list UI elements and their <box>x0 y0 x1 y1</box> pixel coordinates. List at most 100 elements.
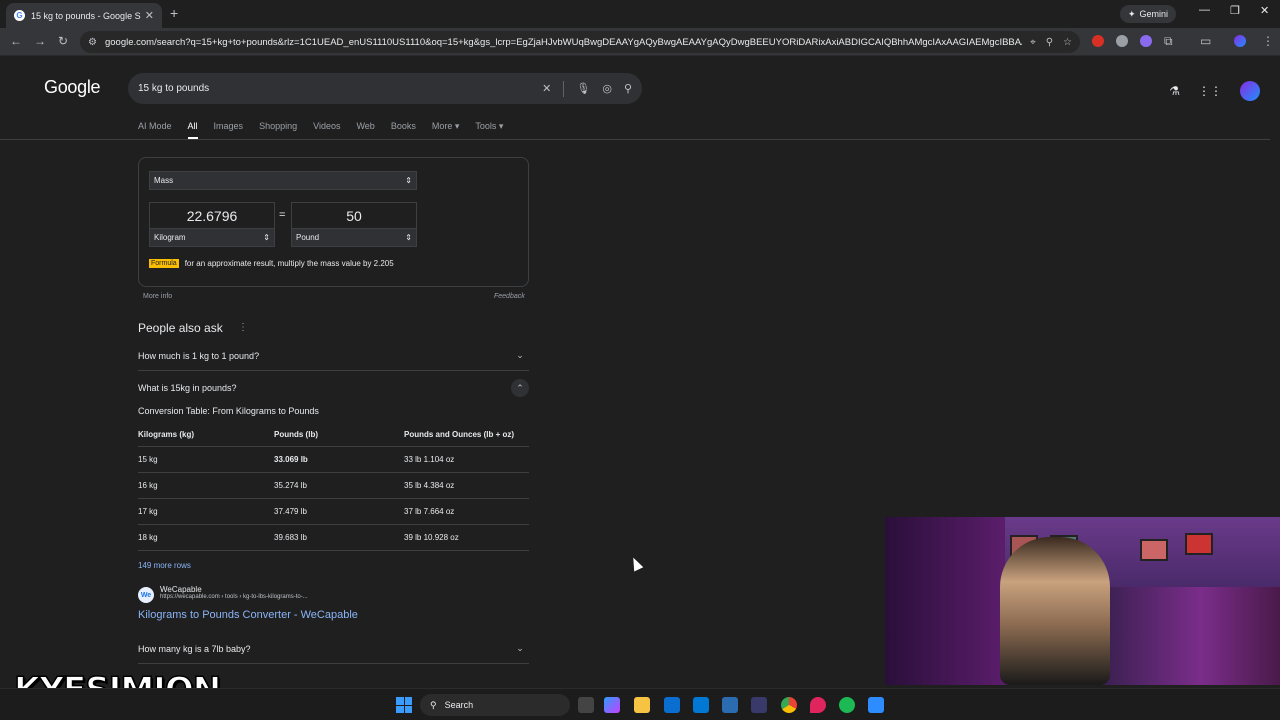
feedback-link[interactable]: Feedback <box>494 293 525 300</box>
copilot-icon[interactable] <box>604 697 620 713</box>
table-header: Pounds (lb) <box>274 426 404 447</box>
sidepanel-icon[interactable]: ▭ <box>1200 34 1211 48</box>
extension-gray-icon[interactable] <box>1116 35 1128 47</box>
mail-icon[interactable] <box>693 697 709 713</box>
chevron-down-icon[interactable]: ⌄ <box>511 347 529 365</box>
conversion-table: Kilograms (kg) Pounds (lb) Pounds and Ou… <box>138 426 529 551</box>
source-title-link[interactable]: Kilograms to Pounds Converter - WeCapabl… <box>138 609 358 621</box>
search-input[interactable] <box>138 83 543 94</box>
filter-tools[interactable]: Tools ▾ <box>475 121 503 139</box>
paa-question[interactable]: How many kg is a 7lb baby? ⌄ <box>138 634 529 664</box>
search-icon[interactable]: ⚲ <box>624 82 632 95</box>
table-row: 18 kg 39.683 lb 39 lb 10.928 oz <box>138 524 529 551</box>
select-arrows-icon: ⇕ <box>405 233 412 242</box>
location-icon[interactable]: ⌖ <box>1030 37 1036 48</box>
gemini-label: Gemini <box>1139 9 1169 19</box>
table-cell: 37.479 lb <box>274 498 404 525</box>
extension-red-icon[interactable] <box>1092 35 1104 47</box>
right-unit-select[interactable]: Pound ⇕ <box>291 228 417 247</box>
chrome-icon[interactable] <box>781 697 797 713</box>
restore-icon[interactable]: ❐ <box>1230 4 1240 17</box>
left-unit-select[interactable]: Kilogram ⇕ <box>149 228 275 247</box>
paa-question-expanded[interactable]: What is 15kg in pounds? ⌃ <box>138 373 529 403</box>
extension-purple-icon[interactable] <box>1140 35 1152 47</box>
more-rows-link[interactable]: 149 more rows <box>138 561 191 570</box>
table-header: Kilograms (kg) <box>138 426 274 447</box>
table-row: 16 kg 35.274 lb 35 lb 4.384 oz <box>138 472 529 499</box>
table-cell: 16 kg <box>138 472 274 499</box>
google-logo[interactable]: Google <box>44 77 101 98</box>
paa-menu-icon[interactable]: ⋮ <box>238 322 248 333</box>
table-cell: 35 lb 4.384 oz <box>404 472 529 499</box>
windows-start-icon[interactable] <box>396 697 412 713</box>
task-view-icon[interactable] <box>578 697 594 713</box>
app-icon[interactable] <box>722 697 738 713</box>
labs-flask-icon[interactable]: ⚗ <box>1169 84 1180 98</box>
spotify-icon[interactable] <box>839 697 855 713</box>
source-name: WeCapable <box>160 585 202 594</box>
store-icon[interactable] <box>664 697 680 713</box>
table-header: Pounds and Ounces (lb + oz) <box>404 426 529 447</box>
clear-search-icon[interactable]: ✕ <box>542 82 551 95</box>
chevron-up-icon[interactable]: ⌃ <box>511 379 529 397</box>
webcam-overlay <box>885 517 1280 685</box>
site-info-icon[interactable]: ⚙ <box>88 37 97 48</box>
app-icon[interactable] <box>751 697 767 713</box>
notepad-icon[interactable] <box>868 697 884 713</box>
maps-pin-icon[interactable] <box>810 697 826 713</box>
search-icon: ⚲ <box>430 699 437 710</box>
tab-title: 15 kg to pounds - Google Search <box>31 10 141 21</box>
extensions-puzzle-icon[interactable]: ⧉ <box>1164 34 1173 49</box>
microphone-icon[interactable]: 🎙 <box>576 82 590 95</box>
wecapable-favicon-icon: We <box>138 587 154 603</box>
bookmark-star-icon[interactable]: ☆ <box>1063 37 1072 48</box>
right-value-input[interactable]: 50 <box>291 202 417 228</box>
paa-heading: People also ask <box>138 321 223 335</box>
table-cell: 33.069 lb <box>274 446 404 473</box>
back-icon[interactable]: ← <box>10 34 22 48</box>
paa-question-text: How much is 1 kg to 1 pound? <box>138 350 260 361</box>
close-tab-icon[interactable]: ✕ <box>145 9 154 22</box>
table-cell: 33 lb 1.104 oz <box>404 446 529 473</box>
filter-shopping[interactable]: Shopping <box>259 121 297 139</box>
paa-question-text: How many kg is a 7lb baby? <box>138 643 251 654</box>
filter-more[interactable]: More ▾ <box>432 121 460 139</box>
zoom-icon[interactable]: ⚲ <box>1046 37 1053 48</box>
apps-grid-icon[interactable]: ⋮⋮ <box>1198 84 1222 98</box>
paa-question[interactable]: How much is 1 kg to 1 pound? ⌄ <box>138 341 529 371</box>
minimize-icon[interactable]: — <box>1199 4 1210 16</box>
header-divider <box>0 139 1270 140</box>
lens-camera-icon[interactable]: ◎ <box>602 82 612 95</box>
profile-avatar-icon[interactable] <box>1234 35 1246 47</box>
account-avatar[interactable] <box>1240 81 1260 101</box>
filter-images[interactable]: Images <box>214 121 244 139</box>
forward-icon[interactable]: → <box>34 34 46 48</box>
unit-converter: Mass ⇕ 22.6796 = 50 Kilogram ⇕ Pound ⇕ F… <box>138 157 529 287</box>
filter-all[interactable]: All <box>187 121 198 139</box>
file-explorer-icon[interactable] <box>634 697 650 713</box>
close-window-icon[interactable]: ✕ <box>1260 4 1269 17</box>
browser-tab[interactable]: G 15 kg to pounds - Google Search ✕ <box>6 3 162 28</box>
filter-web[interactable]: Web <box>356 121 374 139</box>
formula-text: for an approximate result, multiply the … <box>184 259 394 268</box>
left-value-input[interactable]: 22.6796 <box>149 202 275 228</box>
table-cell: 35.274 lb <box>274 472 404 499</box>
gemini-button[interactable]: ✦ Gemini <box>1120 5 1177 23</box>
category-select[interactable]: Mass ⇕ <box>149 171 417 190</box>
more-info-link[interactable]: More info <box>143 293 172 300</box>
new-tab-button[interactable]: + <box>170 5 178 21</box>
browser-tab-bar: G 15 kg to pounds - Google Search ✕ + ✦ … <box>0 0 1280 28</box>
address-bar[interactable]: ⚙ google.com/search?q=15+kg+to+pounds&rl… <box>80 31 1080 53</box>
url-text: google.com/search?q=15+kg+to+pounds&rlz=… <box>104 36 1023 48</box>
answer-source[interactable]: We WeCapable https://wecapable.com › too… <box>138 585 308 603</box>
reload-icon[interactable]: ↻ <box>58 34 68 48</box>
chevron-down-icon[interactable]: ⌄ <box>511 640 529 658</box>
taskbar-search[interactable]: ⚲ Search <box>420 694 570 716</box>
wall-poster <box>1140 539 1168 561</box>
table-cell: 39.683 lb <box>274 524 404 551</box>
menu-dots-icon[interactable]: ⋮ <box>1262 34 1274 48</box>
filter-videos[interactable]: Videos <box>313 121 340 139</box>
table-header-row: Kilograms (kg) Pounds (lb) Pounds and Ou… <box>138 426 529 447</box>
filter-ai-mode[interactable]: AI Mode <box>138 121 172 139</box>
filter-books[interactable]: Books <box>391 121 416 139</box>
